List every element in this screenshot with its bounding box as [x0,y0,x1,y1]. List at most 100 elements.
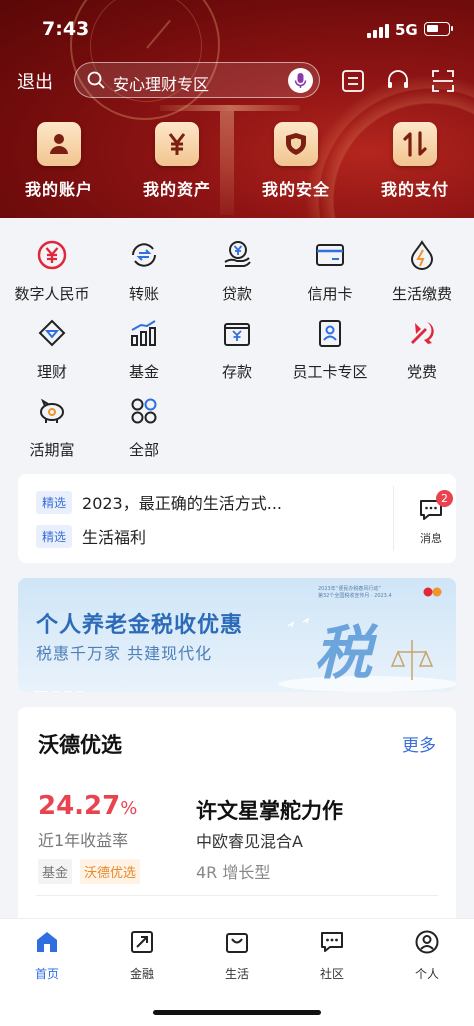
tab-life[interactable]: 生活 [190,929,284,982]
service-label: 党费 [406,363,437,381]
bottom-tab-bar: 首页 金融 生活 社区 个人 [0,918,474,1026]
card-title: 沃德优选 [38,733,122,757]
tab-label: 金融 [129,967,154,981]
search-placeholder: 安心理财专区 [113,75,210,94]
quick-my-account[interactable]: 我的账户 [0,122,118,200]
product-tag: 沃德优选 [80,859,141,884]
service-label: 基金 [128,363,159,381]
service-credit-card[interactable]: 信用卡 [284,240,376,304]
messages-button[interactable]: 2 消息 [406,490,456,546]
promo-banner[interactable]: 2023年“便民办税春风行动” 第32个全国税收宣传月 · 2023.4 个人养老… [18,578,456,692]
news-text: 2023，最正确的生活方式... [82,494,282,513]
quick-my-payment[interactable]: 我的支付 [356,122,474,200]
news-tag: 精选 [36,524,73,548]
yuan-icon [155,122,199,166]
tab-label: 个人 [414,967,439,981]
service-label: 贷款 [221,285,252,303]
wealth-icon [38,319,66,347]
service-digital-rmb[interactable]: 数字人民币 [6,240,98,304]
status-bar: 7:43 5G [0,0,474,58]
quick-label: 我的账户 [24,180,93,199]
tab-label: 社区 [319,967,344,981]
service-party-fee[interactable]: 党费 [376,318,468,382]
risk-level: 4R 增长型 [196,863,271,882]
account-icon [37,122,81,166]
top-nav: 退出 安心理财专区 [0,60,474,102]
tab-community[interactable]: 社区 [285,929,379,982]
loan-icon [224,241,251,267]
transfer-arrows-icon [393,122,437,166]
fund-name: 中欧睿见混合A [196,832,303,851]
service-utility[interactable]: 生活缴费 [376,240,468,304]
party-emblem-icon [411,322,434,344]
tax-logo-icon [423,587,442,597]
service-label: 活期富 [29,441,75,459]
search-icon [87,71,105,89]
transfer-icon [132,243,156,267]
tab-label: 首页 [34,967,59,981]
tab-profile[interactable]: 个人 [380,929,474,982]
service-label: 转账 [128,285,159,303]
tab-finance[interactable]: 金融 [95,929,189,982]
scan-icon[interactable] [430,68,456,94]
quick-label: 我的资产 [142,180,211,199]
credit-card-icon [316,244,344,266]
service-label: 全部 [128,441,159,459]
banner-pager [34,678,88,692]
battery-icon [424,22,453,36]
search-bar[interactable]: 安心理财专区 [74,62,320,98]
tab-home[interactable]: 首页 [0,929,94,982]
signal-icon [367,24,389,38]
digital-rmb-icon [37,240,67,270]
switch-icon[interactable] [340,68,366,94]
news-text: 生活福利 [82,528,147,547]
news-item[interactable]: 精选 生活福利 [36,524,146,548]
status-time: 7:43 [42,18,90,40]
more-link[interactable]: 更多 [402,731,436,756]
customer-service-icon[interactable] [385,68,411,94]
message-count-badge: 2 [436,490,453,507]
service-label: 信用卡 [307,285,353,303]
microphone-icon[interactable] [288,68,313,93]
quick-label: 我的安全 [261,180,330,199]
banner-small-text: 2023年“便民办税春风行动” 第32个全国税收宣传月 · 2023.4 [318,586,392,599]
community-chat-icon [321,932,343,952]
message-label: 消息 [420,532,442,545]
service-all[interactable]: 全部 [98,396,190,460]
service-current-deposit[interactable]: 活期富 [6,396,98,460]
divider [393,486,394,551]
service-deposit[interactable]: 存款 [191,318,283,382]
product-name[interactable]: 许文星掌舵力作 [196,795,343,825]
quick-label: 我的支付 [380,180,449,199]
banner-big-char: 税 [314,619,373,687]
service-label: 理财 [36,363,67,381]
quick-my-assets[interactable]: 我的资产 [118,122,236,200]
logout-button[interactable]: 退出 [17,68,53,94]
service-label: 数字人民币 [14,285,90,303]
yield-label: 近1年收益率 [38,831,129,850]
header: 7:43 5G 退出 安心理财专区 我的账户 我的资产 我的安全 我的支付 [0,0,474,218]
service-wealth[interactable]: 理财 [6,318,98,382]
service-fund[interactable]: 基金 [98,318,190,382]
service-transfer[interactable]: 转账 [98,240,190,304]
service-employee-card[interactable]: 员工卡专区 [284,318,376,382]
service-loan[interactable]: 贷款 [191,240,283,304]
news-item[interactable]: 精选 2023，最正确的生活方式... [36,490,282,514]
service-label: 存款 [221,363,252,381]
life-bag-icon [226,933,248,953]
yield-value: 24.27% [38,791,138,821]
quick-my-security[interactable]: 我的安全 [237,122,355,200]
shield-icon [274,122,318,166]
network-type: 5G [395,21,418,39]
banner-title: 个人养老金税收优惠 [36,613,244,638]
piggy-bank-icon [40,398,64,423]
deposit-icon [224,323,250,346]
service-label: 生活缴费 [391,285,452,303]
news-tag: 精选 [36,490,73,514]
fund-chart-icon [131,320,156,346]
product-tag: 基金 [38,859,73,884]
grid-all-icon [131,398,157,424]
profile-icon [415,930,439,954]
banner-subtitle: 税惠千万家 共建现代化 [36,644,213,663]
home-icon [37,932,57,952]
